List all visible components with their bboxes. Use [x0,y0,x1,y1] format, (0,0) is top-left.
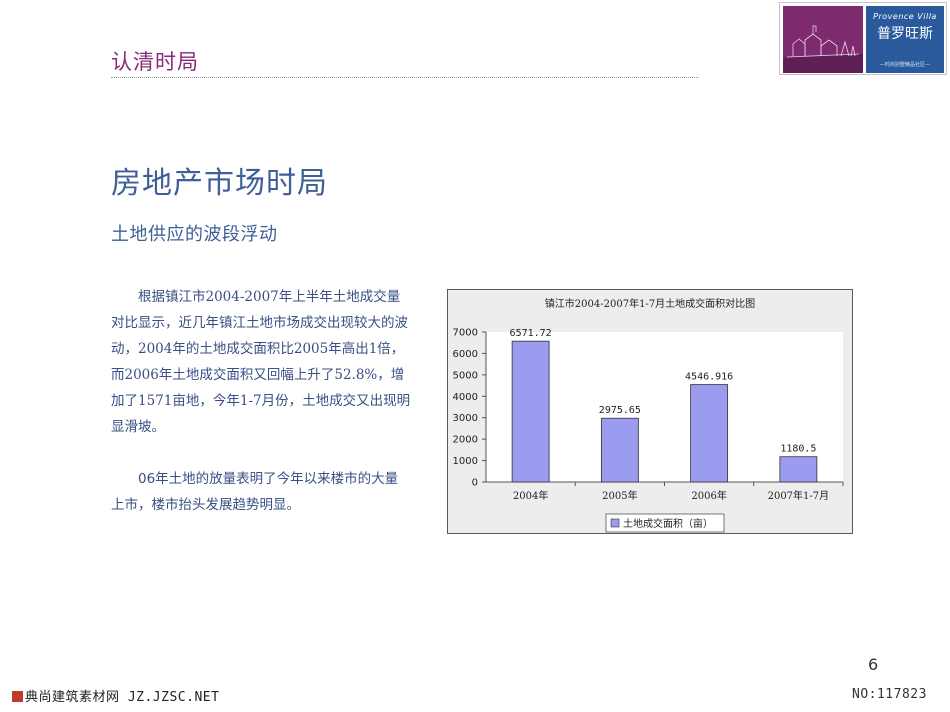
bar-data-label: 2975.65 [599,405,641,416]
y-tick-label: 6000 [453,349,478,360]
bar-data-label: 1180.5 [780,444,816,455]
footer-left-text: 典尚建筑素材网 JZ.JZSC.NET [25,690,220,705]
chart-canvas: 镇江市2004-2007年1-7月土地成交面积对比图 0 1000 2000 3000 4… [453,297,844,533]
bar [600,417,639,483]
logo-photo [783,6,863,73]
logo-english-name: Provence Villa [873,12,937,21]
villa-illustration-icon [783,6,863,73]
y-tick-label: 7000 [453,328,478,339]
bar [779,456,818,483]
watermark-logo-icon [12,691,23,702]
legend-swatch [610,518,620,528]
y-tick-label: 4000 [453,392,478,403]
x-tick-label: 2005年 [602,489,637,502]
page-number: 6 [868,655,879,674]
chart-title: 镇江市2004-2007年1-7月土地成交面积对比图 [545,297,755,310]
body-paragraph-2: 06年土地的放量表明了今年以来楼市的大量上市，楼市抬头发展趋势明显。 [111,471,399,513]
y-tick-label: 1000 [453,456,478,467]
logo-name-panel: Provence Villa 普罗旺斯 —时尚别墅精品社区— [866,6,944,73]
y-tick-label: 5000 [453,370,478,381]
section-title: 认清时局 [111,50,199,74]
bar [690,384,729,483]
title-divider [111,77,699,78]
page-title: 房地产市场时局 [111,166,328,201]
x-tick-label: 2004年 [513,489,548,502]
bar-data-label: 6571.72 [510,328,552,339]
legend-label: 土地成交面积（亩） [623,517,713,530]
x-tick-label: 2006年 [691,489,726,502]
x-tick-label: 2007年1-7月 [768,489,830,502]
logo-chinese-name: 普罗旺斯 [877,26,933,42]
bar [511,340,550,483]
body-paragraph-1: 根据镇江市2004-2007年上半年土地成交量对比显示，近几年镇江土地市场成交出… [111,289,411,435]
page-subtitle: 土地供应的波段浮动 [111,224,278,245]
footer-id: NO:117823 [852,687,927,702]
land-transaction-chart: 镇江市2004-2007年1-7月土地成交面积对比图 0 1000 2000 3000 4… [447,289,853,534]
y-tick-label: 0 [472,478,478,489]
footer-watermark: 典尚建筑素材网 JZ.JZSC.NET [12,686,219,705]
brand-logo: Provence Villa 普罗旺斯 —时尚别墅精品社区— [779,2,947,75]
logo-tagline: —时尚别墅精品社区— [879,62,930,68]
bar-data-label: 4546.916 [685,372,733,383]
y-tick-label: 2000 [453,435,478,446]
y-tick-label: 3000 [453,413,478,424]
